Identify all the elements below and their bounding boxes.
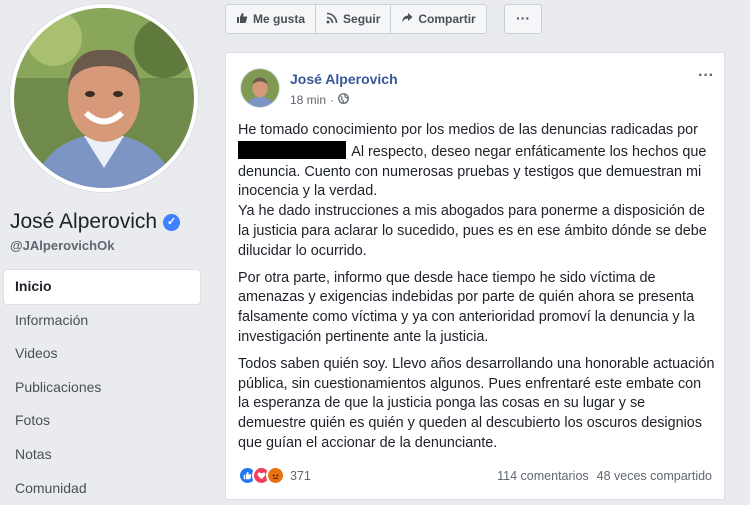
thumbs-up-icon (236, 12, 248, 27)
share-page-button[interactable]: Compartir (391, 5, 485, 33)
engagement-counts: 114 comentarios 48 veces compartido (497, 469, 712, 483)
dot-separator: · (330, 93, 335, 107)
post-author-name[interactable]: José Alperovich (290, 71, 398, 87)
post-options-button[interactable]: ··· (698, 67, 714, 85)
comments-count-link[interactable]: 114 comentarios (497, 469, 589, 483)
nav-item-publicaciones[interactable]: Publicaciones (4, 371, 200, 405)
post-timestamp[interactable]: 18 min · (290, 93, 349, 107)
shares-count-link[interactable]: 48 veces compartido (597, 469, 712, 483)
post-paragraph-2: Por otra parte, informo que desde hace t… (238, 269, 695, 345)
nav-item-comunidad[interactable]: Comunidad (4, 472, 200, 505)
post-card: José Alperovich 18 min · ··· He tomado c… (225, 52, 725, 500)
post-text-1c: Ya he dado instrucciones a mis abogados … (238, 203, 707, 259)
share-page-label: Compartir (418, 12, 476, 26)
post-text-1a: He tomado conocimiento por los medios de… (238, 122, 698, 138)
page-more-button[interactable]: ··· (504, 4, 542, 34)
author-photo (241, 69, 279, 107)
page-title: José Alperovich ✓ (10, 210, 181, 234)
rss-icon (326, 12, 338, 27)
post-author-avatar[interactable] (240, 68, 280, 108)
nav-item-fotos[interactable]: Fotos (4, 404, 200, 438)
like-page-button[interactable]: Me gusta (226, 5, 317, 33)
follow-label: Seguir (343, 12, 381, 26)
post-paragraph-1: He tomado conocimiento por los medios de… (238, 121, 716, 262)
post-paragraph-3: Todos saben quién soy. Llevo años desarr… (238, 355, 715, 451)
reaction-summary[interactable]: 371 (238, 466, 311, 485)
profile-photo (14, 8, 194, 188)
page-nav: Inicio Información Videos Publicaciones … (4, 270, 200, 505)
reaction-count: 371 (290, 468, 311, 483)
post-time-text: 18 min (290, 93, 327, 107)
profile-picture[interactable] (10, 4, 198, 192)
nav-item-notas[interactable]: Notas (4, 438, 200, 472)
nav-item-informacion[interactable]: Información (4, 304, 200, 338)
nav-item-videos[interactable]: Videos (4, 337, 200, 371)
nav-item-inicio[interactable]: Inicio (4, 270, 200, 304)
page-name-text: José Alperovich (10, 210, 158, 233)
like-page-label: Me gusta (253, 12, 306, 26)
share-arrow-icon (401, 12, 413, 27)
globe-icon (338, 93, 349, 107)
left-column: José Alperovich ✓ @JAlperovichOk Inicio … (0, 0, 212, 505)
follow-button[interactable]: Seguir (316, 5, 392, 33)
page-handle[interactable]: @JAlperovichOk (10, 238, 114, 253)
verified-badge-icon: ✓ (163, 213, 181, 231)
page-action-bar: Me gusta Seguir Compartir (225, 4, 487, 34)
angry-reaction-icon (266, 466, 285, 485)
post-body: He tomado conocimiento por los medios de… (238, 121, 716, 461)
redaction-bar (238, 140, 346, 159)
